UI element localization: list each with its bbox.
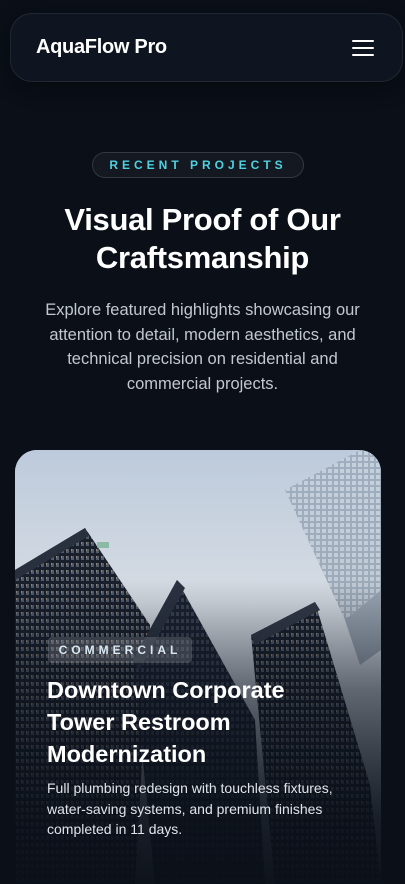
section-title: Visual Proof of Our Craftsmanship: [20, 201, 385, 277]
project-title-line: Modernization: [47, 741, 207, 767]
project-title-line: Downtown Corporate: [47, 677, 285, 703]
section-title-line: Craftsmanship: [95, 240, 310, 275]
project-title: Downtown Corporate Tower Restroom Modern…: [47, 674, 367, 770]
project-category-badge: COMMERCIAL: [48, 637, 192, 663]
top-navbar: AquaFlow Pro: [10, 13, 403, 82]
brand-logo[interactable]: AquaFlow Pro: [36, 36, 167, 59]
menu-line: [352, 46, 374, 49]
menu-line: [352, 53, 374, 56]
hamburger-menu-icon[interactable]: [352, 39, 374, 57]
project-description: Full plumbing redesign with touchless fi…: [47, 780, 333, 837]
section-eyebrow-badge: RECENT PROJECTS: [92, 152, 304, 178]
menu-line: [352, 39, 374, 42]
project-title-line: Tower Restroom: [47, 709, 231, 735]
project-card[interactable]: COMMERCIAL Downtown Corporate Tower Rest…: [15, 450, 381, 884]
page: AquaFlow Pro RECENT PROJECTS Visual Proo…: [0, 0, 405, 884]
section-title-line: Visual Proof of Our: [64, 202, 341, 237]
section-description: Explore featured highlights showcasing o…: [45, 301, 360, 393]
